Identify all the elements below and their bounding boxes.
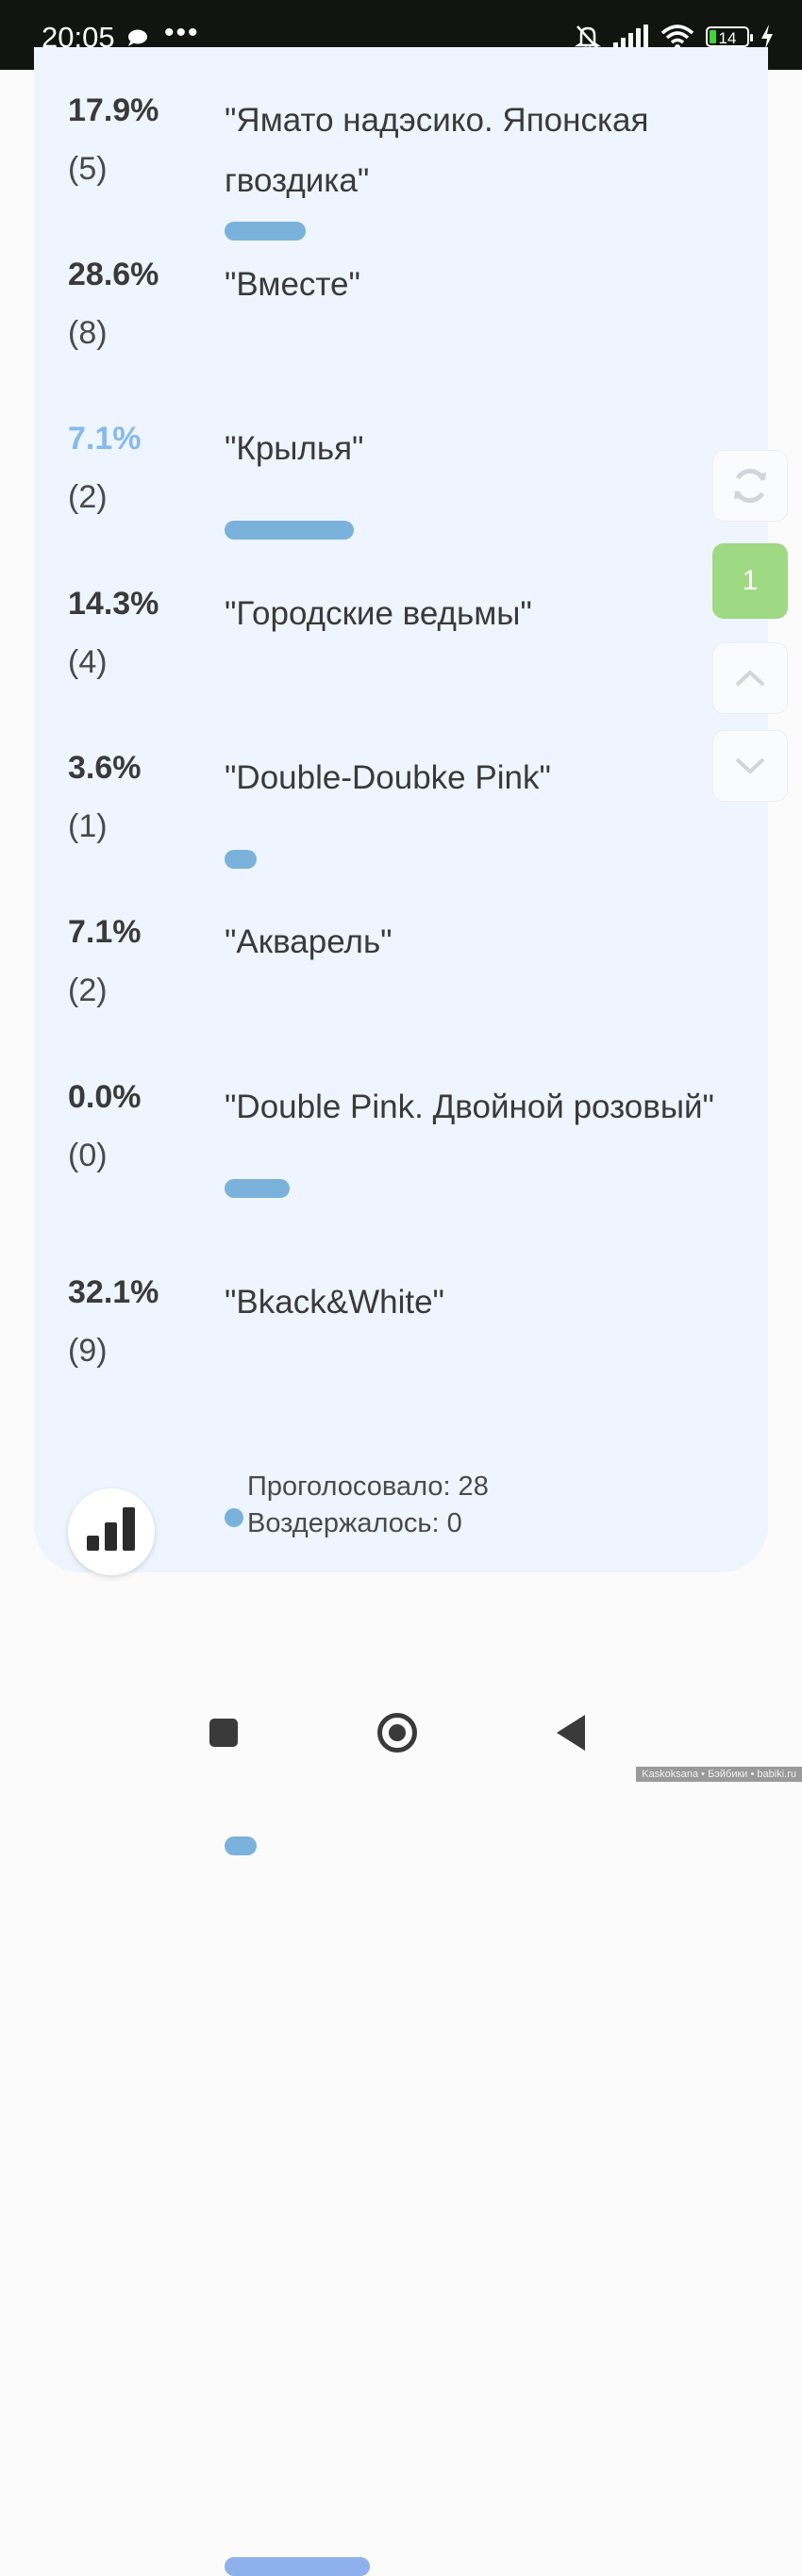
chevron-up-icon — [735, 670, 765, 687]
option-bar — [225, 1836, 257, 1855]
option-title: "Ямато надэсико. Японская гвоздика" — [225, 102, 649, 199]
option-title: "Городские ведьмы" — [225, 595, 532, 632]
signal-icon — [613, 25, 648, 49]
wifi-icon — [660, 25, 694, 50]
overflow-dots-icon: ••• — [164, 17, 200, 48]
recent-apps-button[interactable] — [209, 1719, 238, 1747]
battery-icon: 14 — [706, 26, 753, 47]
poll-stats-button[interactable] — [68, 1488, 155, 1575]
option-count: (5) — [68, 151, 108, 187]
page-number-button[interactable]: 1 — [712, 543, 788, 619]
option-count: (4) — [68, 644, 108, 680]
option-percent: 32.1% — [68, 1274, 159, 1310]
option-count: (0) — [68, 1138, 108, 1173]
voted-count: Проголосовало: 28 — [247, 1471, 489, 1502]
option-bar — [225, 850, 257, 869]
watermark: Kaskoksana • Бэйбики • babiki.ru — [636, 1767, 802, 1782]
charging-icon — [761, 25, 773, 49]
scroll-up-button[interactable] — [712, 642, 788, 714]
option-percent: 0.0% — [68, 1079, 142, 1115]
chat-bubble-icon — [128, 29, 147, 46]
abstained-count: Воздержалось: 0 — [247, 1508, 462, 1538]
option-bar — [225, 222, 306, 241]
refresh-button[interactable] — [712, 450, 788, 522]
option-count: (9) — [68, 1333, 108, 1369]
option-percent: 7.1% — [68, 914, 142, 950]
option-title: "Крылья" — [225, 430, 364, 467]
battery-level: 14 — [718, 29, 737, 47]
option-percent: 7.1% — [68, 421, 142, 457]
option-count: (2) — [68, 479, 108, 515]
option-percent: 17.9% — [68, 92, 159, 128]
option-count: (2) — [68, 972, 108, 1008]
option-bar — [225, 521, 354, 540]
home-button[interactable] — [377, 1713, 417, 1753]
option-count: (8) — [68, 315, 108, 351]
option-percent: 14.3% — [68, 586, 159, 622]
option-title: "Double Pink. Двойной розовый" — [225, 1089, 714, 1125]
poll-summary: Проголосовало: 28 Воздержалось: 0 — [247, 1469, 489, 1542]
option-bar — [225, 2557, 370, 2576]
option-bar — [225, 1508, 243, 1527]
option-percent: 28.6% — [68, 257, 159, 292]
option-count: (1) — [68, 808, 108, 844]
chevron-down-icon — [735, 757, 765, 774]
scroll-down-button[interactable] — [712, 730, 788, 802]
back-button[interactable] — [557, 1715, 585, 1751]
option-bar — [225, 1179, 290, 1198]
option-title: "Bkack&White" — [225, 1284, 444, 1321]
option-percent: 3.6% — [68, 750, 142, 786]
option-title: "Вместе" — [225, 266, 360, 303]
option-title: "Акварель" — [225, 923, 393, 960]
refresh-icon — [734, 468, 766, 504]
option-title: "Double-Doubke Pink" — [225, 759, 551, 796]
